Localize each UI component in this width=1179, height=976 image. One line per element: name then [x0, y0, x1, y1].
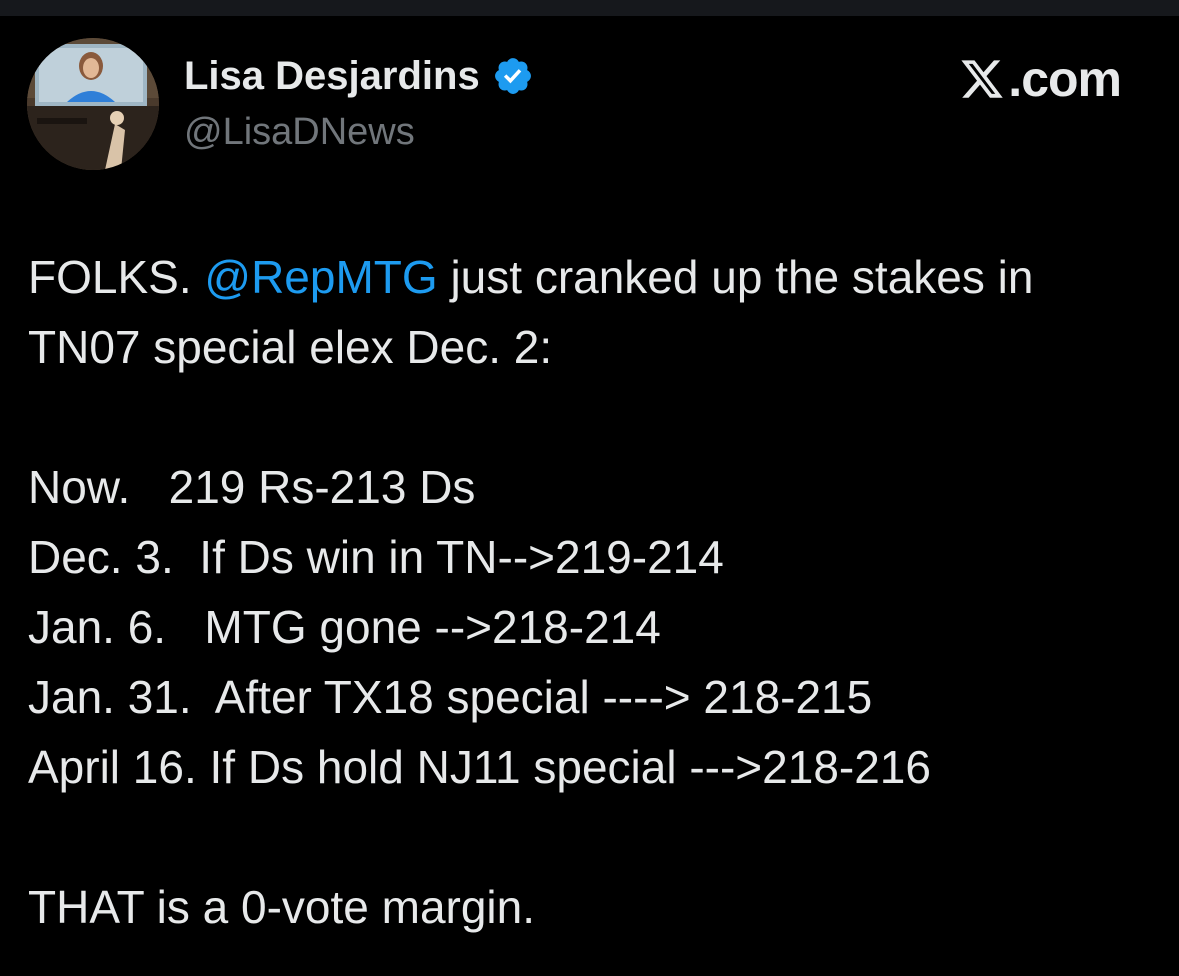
author-display-name[interactable]: Lisa Desjardins — [184, 52, 480, 100]
avatar-image — [27, 38, 159, 170]
tweet-body: FOLKS. @RepMTG just cranked up the stake… — [28, 242, 1138, 942]
timeline-line: Dec. 3. If Ds win in TN-->219-214 — [28, 531, 724, 583]
top-strip — [0, 0, 1179, 16]
mention-link[interactable]: @RepMTG — [204, 251, 437, 303]
timeline-line: Jan. 31. After TX18 special ----> 218-21… — [28, 671, 873, 723]
timeline-line: Now. 219 Rs-213 Ds — [28, 461, 476, 513]
author-handle[interactable]: @LisaDNews — [184, 108, 415, 156]
tweet-line-1-prefix: FOLKS. — [28, 251, 205, 303]
timeline-line: Jan. 6. MTG gone -->218-214 — [28, 601, 661, 653]
x-brand[interactable]: .com — [958, 51, 1122, 107]
avatar[interactable] — [27, 38, 159, 170]
tweet-line-1-suffix: just cranked up the stakes in — [437, 251, 1034, 303]
timeline-line: April 16. If Ds hold NJ11 special --->21… — [28, 741, 931, 793]
x-logo-icon — [961, 60, 1004, 98]
author-name[interactable]: Lisa Desjardins — [184, 52, 534, 100]
tweet-line-1: FOLKS. @RepMTG just cranked up the stake… — [28, 242, 1138, 312]
verified-badge-icon — [494, 58, 531, 94]
brand-domain-text: .com — [1008, 51, 1122, 107]
tweet-conclusion: THAT is a 0-vote margin. — [28, 881, 536, 933]
tweet-line-2: TN07 special elex Dec. 2: — [28, 321, 553, 373]
